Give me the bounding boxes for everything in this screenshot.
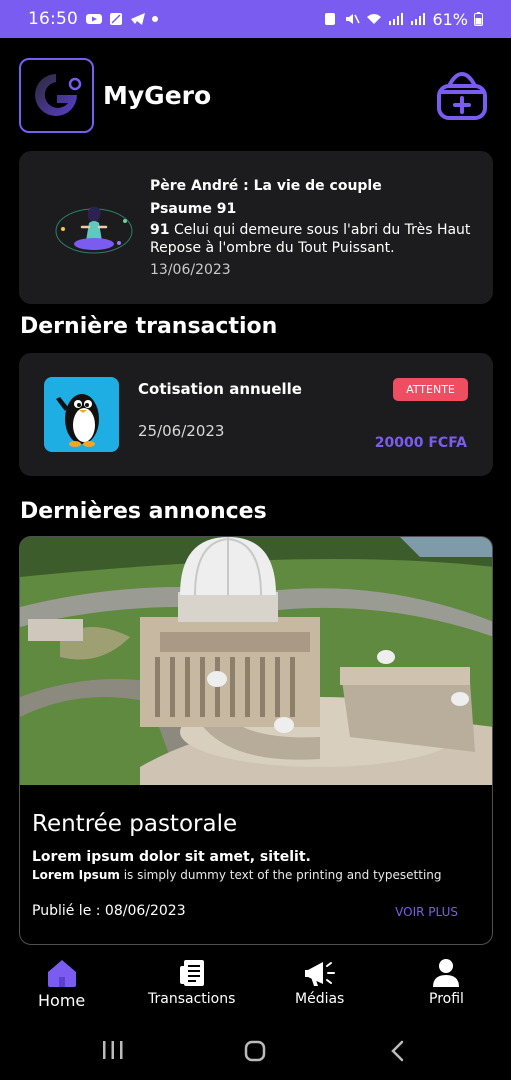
status-badge: ATTENTE bbox=[393, 378, 468, 401]
announcement-title: Rentrée pastorale bbox=[32, 811, 238, 837]
add-bag-icon[interactable] bbox=[435, 68, 489, 122]
maps-icon bbox=[110, 13, 122, 25]
nav-profile-label: Profil bbox=[429, 991, 464, 1007]
see-more-link[interactable]: VOIR PLUS bbox=[395, 905, 458, 919]
verse-title: Père André : La vie de couple bbox=[150, 178, 382, 194]
signal-icon bbox=[389, 13, 404, 25]
status-bar: 16:50 61% bbox=[0, 0, 511, 38]
announcement-description: Lorem Ipsum is simply dummy text of the … bbox=[32, 868, 442, 882]
home-icon bbox=[47, 960, 76, 987]
nav-transactions-label: Transactions bbox=[148, 991, 236, 1007]
megaphone-icon bbox=[304, 962, 335, 986]
penguin-icon bbox=[56, 394, 99, 447]
youtube-icon bbox=[86, 14, 102, 24]
announcement-card[interactable]: Rentrée pastorale Lorem ipsum dolor sit … bbox=[19, 536, 493, 945]
basilica-photo bbox=[20, 537, 492, 785]
mute-icon bbox=[346, 14, 361, 24]
battery-percent: 61% bbox=[432, 9, 468, 29]
recent-apps-icon[interactable] bbox=[102, 1040, 124, 1060]
verse-number: 91 bbox=[150, 222, 170, 238]
signal-icon-2 bbox=[411, 13, 426, 25]
psalm-label: Psaume 91 bbox=[150, 201, 237, 217]
user-icon bbox=[433, 959, 460, 987]
alarm-icon bbox=[325, 13, 336, 25]
transaction-amount: 20000 FCFA bbox=[374, 435, 467, 451]
last-transaction-heading: Dernière transaction bbox=[20, 314, 278, 339]
nav-home-label: Home bbox=[38, 991, 86, 1010]
nav-profile[interactable]: Profil bbox=[429, 958, 464, 1007]
back-icon[interactable] bbox=[390, 1040, 406, 1062]
announcement-published-date: Publié le : 08/06/2023 bbox=[32, 903, 186, 919]
transaction-card[interactable]: Cotisation annuelle 25/06/2023 ATTENTE 2… bbox=[19, 353, 493, 476]
telegram-icon bbox=[131, 13, 145, 25]
app-header: MyGero bbox=[19, 57, 491, 133]
app-title: MyGero bbox=[103, 80, 212, 110]
nav-transactions[interactable]: Transactions bbox=[148, 958, 235, 1007]
nav-home[interactable]: Home bbox=[38, 958, 85, 1010]
system-navigation-bar bbox=[0, 1020, 511, 1080]
verse-date: 13/06/2023 bbox=[150, 262, 231, 278]
receipt-icon bbox=[179, 960, 204, 986]
nav-medias[interactable]: Médias bbox=[295, 958, 344, 1007]
wifi-icon bbox=[367, 14, 382, 24]
app-logo bbox=[19, 57, 94, 133]
nav-medias-label: Médias bbox=[295, 991, 345, 1007]
logo-mark-icon bbox=[34, 74, 81, 116]
announcements-heading: Dernières annonces bbox=[20, 499, 267, 524]
status-time: 16:50 bbox=[28, 9, 78, 29]
announcement-subtitle: Lorem ipsum dolor sit amet, sitelit. bbox=[32, 849, 311, 865]
transaction-avatar bbox=[44, 377, 119, 452]
transaction-name: Cotisation annuelle bbox=[138, 380, 302, 398]
bottom-navigation: Home Transactions Médias Profil bbox=[0, 950, 511, 1020]
verse-text: Celui qui demeure sous l'abri du Très Ha… bbox=[150, 222, 471, 256]
daily-verse-card[interactable]: Père André : La vie de couple Psaume 91 … bbox=[19, 151, 493, 304]
notification-dot-icon bbox=[152, 16, 158, 22]
battery-icon bbox=[474, 12, 483, 26]
transaction-date: 25/06/2023 bbox=[138, 422, 225, 440]
home-button-icon[interactable] bbox=[244, 1040, 266, 1062]
meditation-illustration-icon bbox=[55, 206, 133, 254]
